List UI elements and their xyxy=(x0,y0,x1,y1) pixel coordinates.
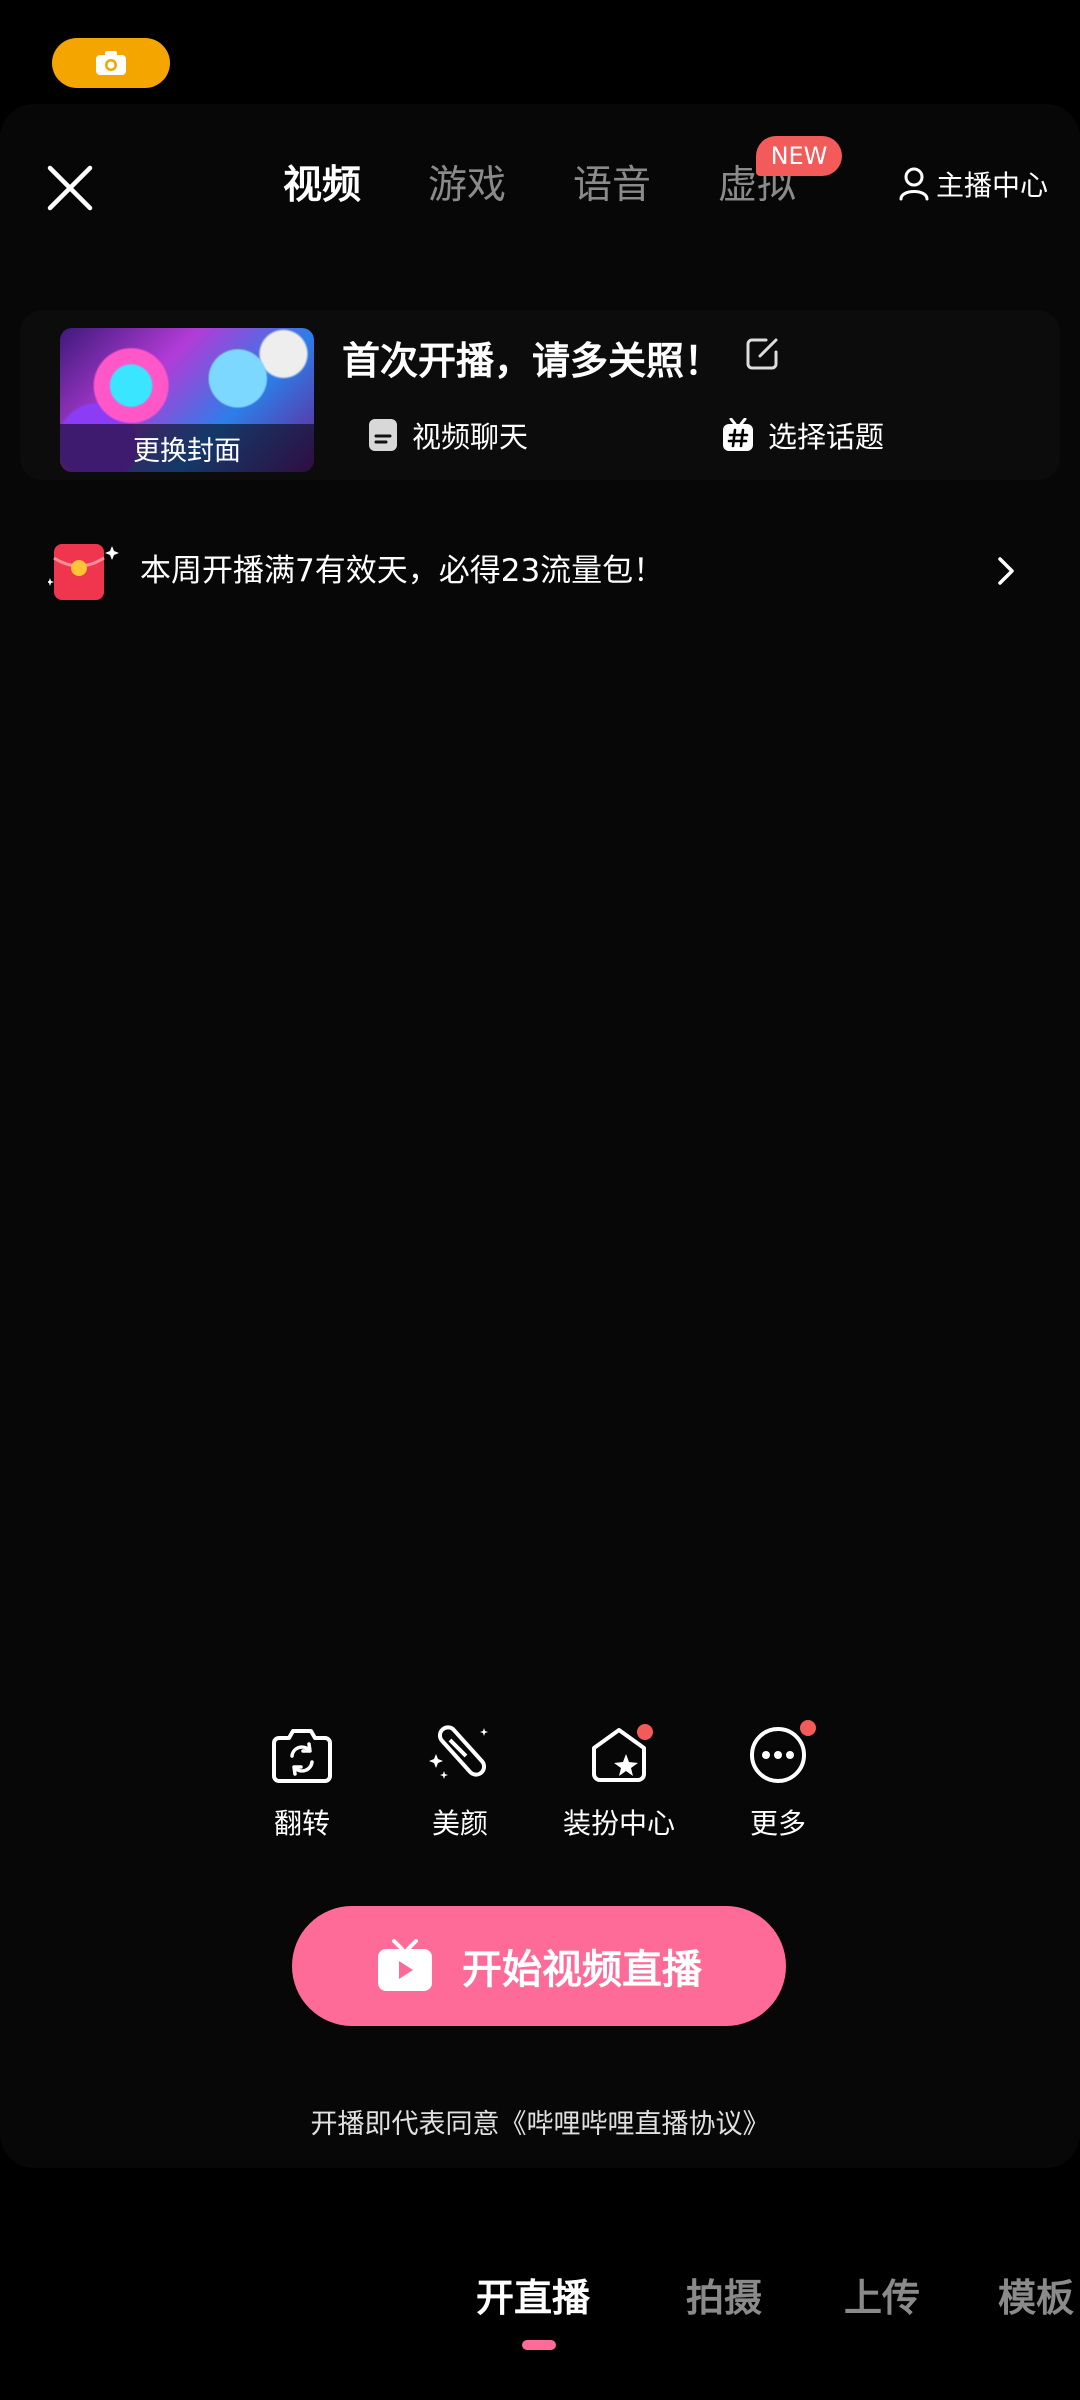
select-topic-label: 选择话题 xyxy=(768,420,885,454)
flip-camera-button[interactable]: 翻转 xyxy=(232,1720,372,1842)
edit-icon xyxy=(746,338,778,370)
close-icon xyxy=(47,165,93,211)
user-icon xyxy=(899,167,929,201)
change-cover-label: 更换封面 xyxy=(60,424,314,472)
tab-game[interactable]: 游戏 xyxy=(428,158,506,214)
beauty-wand-icon xyxy=(429,1725,488,1779)
tab-voice[interactable]: 语音 xyxy=(573,158,651,214)
more-button[interactable]: 更多 xyxy=(708,1720,848,1842)
camera-flip-icon xyxy=(272,1729,332,1783)
mode-live[interactable]: 开直播 xyxy=(476,2270,590,2326)
chevron-right-icon xyxy=(998,557,1014,585)
more-icon xyxy=(750,1727,806,1783)
chat-doc-icon xyxy=(369,419,397,451)
notification-dot xyxy=(800,1720,816,1736)
active-mode-indicator xyxy=(522,2340,556,2350)
beauty-label: 美颜 xyxy=(431,1807,488,1840)
start-button-label: 开始视频直播 xyxy=(462,1947,702,1993)
select-topic-option[interactable]: 选择话题 xyxy=(722,414,884,456)
camera-status-pill[interactable] xyxy=(52,38,170,88)
close-button[interactable] xyxy=(40,158,100,218)
new-badge: NEW xyxy=(756,136,842,176)
beauty-button[interactable]: 美颜 xyxy=(390,1720,530,1842)
video-chat-label: 视频聊天 xyxy=(412,420,529,454)
promo-text: 本周开播满7有效天，必得23流量包！ xyxy=(140,553,665,589)
video-chat-option[interactable]: 视频聊天 xyxy=(368,414,528,456)
stream-title[interactable]: 首次开播，请多关照！ xyxy=(342,330,722,385)
dress-up-label: 装扮中心 xyxy=(562,1807,675,1840)
flip-label: 翻转 xyxy=(273,1807,330,1840)
mode-template[interactable]: 模板 xyxy=(998,2270,1074,2326)
notification-dot xyxy=(637,1724,653,1740)
red-envelope-icon xyxy=(48,544,119,600)
mode-upload[interactable]: 上传 xyxy=(844,2270,920,2326)
more-label: 更多 xyxy=(749,1807,806,1840)
camera-icon xyxy=(96,51,126,75)
agreement-text[interactable]: 开播即代表同意《哔哩哔哩直播协议》 xyxy=(0,2102,1080,2141)
tab-video[interactable]: 视频 xyxy=(283,158,361,214)
anchor-center-label: 主播中心 xyxy=(936,169,1049,202)
dress-up-center-button[interactable]: 装扮中心 xyxy=(549,1720,689,1842)
tv-icon xyxy=(378,1939,432,1991)
mode-shoot[interactable]: 拍摄 xyxy=(686,2270,762,2326)
start-video-live-button[interactable]: 开始视频直播 xyxy=(292,1906,786,2026)
anchor-center-button[interactable]: 主播中心 xyxy=(898,164,1048,204)
topic-hash-icon xyxy=(723,418,753,451)
edit-title-button[interactable] xyxy=(744,336,780,376)
promo-banner[interactable]: 本周开播满7有效天，必得23流量包！ xyxy=(48,540,1048,602)
cover-image[interactable]: 更换封面 xyxy=(60,328,314,472)
